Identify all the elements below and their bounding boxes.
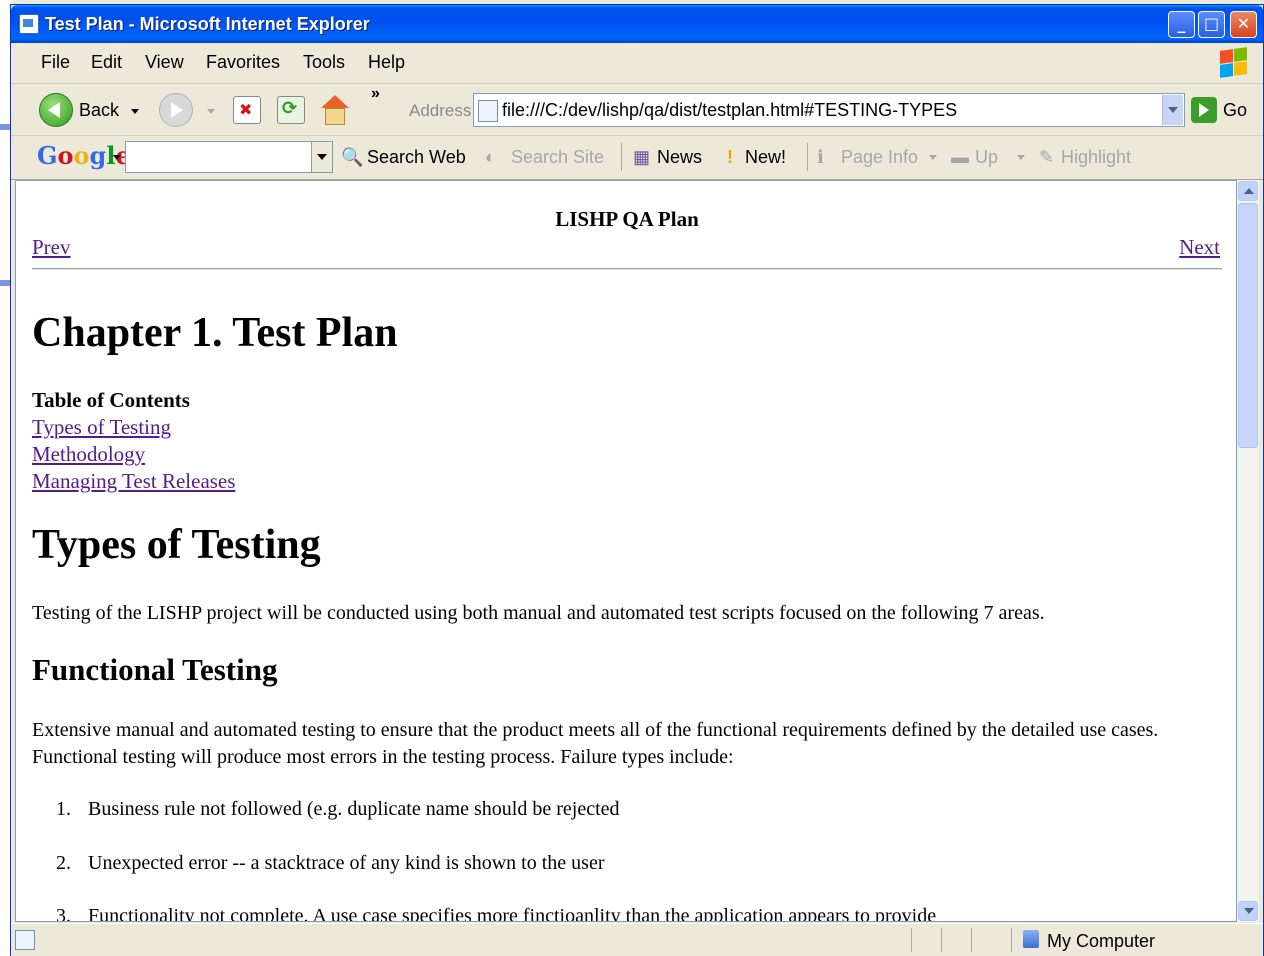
page-content[interactable]: LISHP QA Plan Prev Next Chapter 1. Test … xyxy=(15,180,1237,922)
scroll-thumb[interactable] xyxy=(1238,203,1258,448)
stop-button[interactable]: ✖ xyxy=(233,96,261,124)
list-item-text: Functionality not complete. A use case s… xyxy=(88,905,937,922)
toc-link-methodology[interactable]: Methodology xyxy=(32,442,145,467)
folder-icon: ▬ xyxy=(951,147,969,167)
page-info-dropdown-icon[interactable] xyxy=(929,155,937,160)
page-info-button[interactable]: Page Info xyxy=(841,147,918,168)
window-title: Test Plan - Microsoft Internet Explorer xyxy=(45,14,370,34)
list-item-number: 1. xyxy=(56,798,71,820)
toc-title: Table of Contents xyxy=(32,388,190,412)
address-input[interactable]: file:///C:/dev/lishp/qa/dist/testplan.ht… xyxy=(502,100,957,121)
google-search-input[interactable] xyxy=(125,141,333,173)
header-divider xyxy=(32,268,1222,270)
menu-help[interactable]: Help xyxy=(368,52,405,73)
back-button[interactable] xyxy=(39,93,73,127)
home-button[interactable] xyxy=(319,95,349,125)
new-icon: ! xyxy=(727,147,733,167)
list-item-number: 3. xyxy=(56,905,71,922)
menu-bar: File Edit View Favorites Tools Help xyxy=(11,43,1263,84)
page-icon xyxy=(478,100,498,122)
standard-toolbar: Back ✖ ⟳ » Address file:///C:/dev/lishp/… xyxy=(11,83,1263,136)
back-label[interactable]: Back xyxy=(79,100,119,121)
highlighter-icon: ✎ xyxy=(1039,147,1055,167)
toc-link-managing-test-releases[interactable]: Managing Test Releases xyxy=(32,469,235,494)
scroll-up-button[interactable] xyxy=(1238,181,1258,201)
address-label: Address xyxy=(409,101,472,120)
page-header-title: LISHP QA Plan xyxy=(555,207,699,231)
list-item: 2. Unexpected error -- a stacktrace of an… xyxy=(56,852,604,875)
subsection-paragraph: Extensive manual and automated testing t… xyxy=(32,719,1159,768)
maximize-button[interactable]: □ xyxy=(1198,11,1225,38)
go-button[interactable]: Go xyxy=(1223,100,1247,121)
browser-window: Test Plan - Microsoft Internet Explorer … xyxy=(10,4,1264,956)
prev-link[interactable]: Prev xyxy=(32,235,71,260)
minimize-button[interactable]: _ xyxy=(1168,11,1195,38)
refresh-icon: ⟳ xyxy=(282,98,298,119)
news-button[interactable]: News xyxy=(657,147,702,168)
status-panel-divider xyxy=(911,928,912,952)
back-dropdown-icon[interactable] xyxy=(131,109,139,114)
status-panel-divider xyxy=(971,928,972,952)
scroll-down-button[interactable] xyxy=(1238,901,1258,921)
go-arrow-icon[interactable] xyxy=(1191,97,1217,123)
list-item-text: Business rule not followed (e.g. duplica… xyxy=(88,798,620,820)
list-item: 3. Functionality not complete. A use case… xyxy=(56,905,937,922)
search-site-button[interactable]: Search Site xyxy=(511,147,604,168)
menu-tools[interactable]: Tools xyxy=(303,52,345,73)
menu-file[interactable]: File xyxy=(41,52,70,73)
home-icon xyxy=(321,95,349,108)
google-toolbar: Google 🔍 Search Web ◐ Search Site ▦ News… xyxy=(11,135,1263,180)
highlight-button[interactable]: Highlight xyxy=(1061,147,1131,168)
up-button[interactable]: Up xyxy=(975,147,998,168)
computer-zone-icon xyxy=(1023,930,1039,948)
next-link[interactable]: Next xyxy=(1179,235,1220,260)
stop-icon: ✖ xyxy=(239,100,253,119)
google-search-dropdown[interactable] xyxy=(311,142,332,172)
ie-status-icon xyxy=(15,930,35,950)
new-button[interactable]: New! xyxy=(745,147,786,168)
refresh-button[interactable]: ⟳ xyxy=(277,96,305,124)
info-icon: ℹ xyxy=(817,147,824,167)
back-arrow-icon xyxy=(48,102,60,118)
forward-arrow-icon xyxy=(171,102,183,118)
menu-view[interactable]: View xyxy=(145,52,184,73)
subsection-title: Functional Testing xyxy=(32,652,278,687)
ie-page-icon xyxy=(19,14,39,34)
news-icon: ▦ xyxy=(633,147,651,167)
google-menu-dropdown-icon[interactable] xyxy=(113,155,121,160)
address-bar[interactable]: file:///C:/dev/lishp/qa/dist/testplan.ht… xyxy=(473,93,1185,127)
section-intro: Testing of the LISHP project will be con… xyxy=(32,602,1045,624)
binoculars-icon: 🔍 xyxy=(341,147,364,167)
list-item-number: 2. xyxy=(56,852,71,874)
forward-button[interactable] xyxy=(159,93,193,127)
toolbar-separator xyxy=(807,143,808,171)
toc-link-types-of-testing[interactable]: Types of Testing xyxy=(32,415,171,440)
status-panel-divider xyxy=(1011,928,1012,952)
forward-dropdown-icon[interactable] xyxy=(207,109,215,114)
vertical-scrollbar[interactable] xyxy=(1237,180,1259,922)
security-zone-label: My Computer xyxy=(1047,931,1156,951)
title-bar[interactable]: Test Plan - Microsoft Internet Explorer … xyxy=(11,5,1263,43)
up-dropdown-icon[interactable] xyxy=(1017,155,1025,160)
section-title: Types of Testing xyxy=(32,522,321,568)
menu-edit[interactable]: Edit xyxy=(91,52,122,73)
list-item-text: Unexpected error -- a stacktrace of any … xyxy=(88,852,605,874)
address-dropdown-button[interactable] xyxy=(1162,95,1183,125)
list-item: 1. Business rule not followed (e.g. dupli… xyxy=(56,798,620,821)
chapter-title: Chapter 1. Test Plan xyxy=(32,310,398,356)
status-bar: My Computer xyxy=(11,923,1263,956)
status-panel-divider xyxy=(941,928,942,952)
toolbar-overflow-chevron[interactable]: » xyxy=(371,85,380,103)
windows-logo-icon xyxy=(1219,47,1249,78)
search-web-button[interactable]: Search Web xyxy=(367,147,466,168)
close-button[interactable]: ✕ xyxy=(1230,11,1257,38)
menu-favorites[interactable]: Favorites xyxy=(206,52,280,73)
search-site-icon: ◐ xyxy=(485,147,496,167)
toolbar-separator xyxy=(621,143,622,171)
